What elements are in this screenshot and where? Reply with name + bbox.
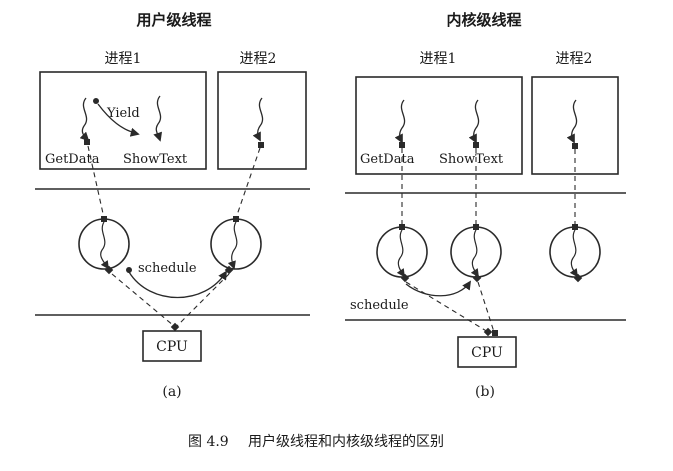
- panel-b-schedule-label: schedule: [350, 298, 409, 313]
- figure-caption-number: 图 4.9: [188, 434, 229, 450]
- panel-a-getdata-node: [84, 139, 90, 145]
- panel-a-thread-p2: [252, 97, 264, 142]
- panel-b-p2-node: [572, 143, 578, 149]
- panel-b-getdata-node: [399, 142, 405, 148]
- thread-diagram: 用户级线程 进程1 进程2 Yield GetData ShowText sch…: [35, 11, 626, 450]
- panel-a-yield-dot: [93, 98, 99, 104]
- panel-b-cpu-link-2: [477, 281, 495, 333]
- panel-a: 用户级线程 进程1 进程2 Yield GetData ShowText sch…: [35, 11, 310, 400]
- panel-a-kthread-1-flow: [100, 221, 109, 270]
- panel-b-kthread-3: [549, 226, 601, 278]
- panel-b-thread-p2: [566, 99, 578, 144]
- panel-b-kthread-2: [450, 226, 502, 278]
- panel-b-kthread-2-flow: [470, 229, 479, 278]
- panel-a-kthread-2: [210, 218, 262, 270]
- panel-a-map-p2: [235, 147, 261, 219]
- panel-a-cpu-node: [170, 322, 180, 332]
- panel-a-kthread-2-flow: [227, 221, 238, 270]
- panel-b: 内核级线程 进程1 进程2 GetData ShowText schedule …: [345, 11, 626, 400]
- panel-b-getdata-label: GetData: [360, 152, 415, 167]
- panel-a-cpu-link-2: [176, 273, 230, 327]
- panel-a-kthread-1-top: [101, 216, 107, 222]
- panel-a-yield-label: Yield: [106, 106, 140, 121]
- panel-b-kthread-2-top: [473, 224, 479, 230]
- panel-b-kthread-1: [376, 226, 428, 278]
- panel-b-showtext-node: [473, 142, 479, 148]
- panel-a-process2-label: 进程2: [240, 51, 277, 67]
- panel-b-process1-label: 进程1: [420, 51, 457, 67]
- panel-b-title: 内核级线程: [446, 11, 521, 29]
- panel-a-schedule-label: schedule: [138, 261, 197, 276]
- panel-b-label: (b): [475, 384, 495, 400]
- panel-b-kthread-3-top: [572, 224, 578, 230]
- panel-b-showtext-label: ShowText: [439, 152, 504, 167]
- panel-b-kthread-1-flow: [396, 229, 405, 278]
- panel-a-title: 用户级线程: [136, 11, 211, 29]
- panel-a-cpu-label: CPU: [156, 339, 188, 355]
- panel-a-thread-showtext: [153, 95, 163, 142]
- panel-b-schedule-arrow: [405, 280, 472, 297]
- panel-b-cpu-label: CPU: [471, 345, 503, 361]
- panel-a-label: (a): [162, 384, 181, 400]
- panel-b-kthread-3-bottom: [573, 273, 583, 283]
- panel-b-thread-showtext: [468, 99, 480, 144]
- panel-b-kthread-3-flow: [569, 229, 578, 278]
- panel-a-process1-label: 进程1: [105, 51, 142, 67]
- panel-b-thread-getdata: [394, 99, 406, 144]
- panel-a-cpu-link-1: [111, 273, 175, 327]
- panel-b-kthread-1-top: [399, 224, 405, 230]
- panel-b-cpu-node-1: [483, 327, 493, 337]
- panel-b-process2-label: 进程2: [556, 51, 593, 67]
- panel-b-kthread-2-bottom: [472, 273, 482, 283]
- figure-caption-text: 用户级线程和内核级线程的区别: [248, 433, 444, 450]
- panel-a-showtext-label: ShowText: [123, 152, 188, 167]
- panel-a-thread-getdata: [79, 97, 90, 142]
- panel-b-cpu-link-1: [405, 281, 489, 333]
- panel-b-cpu-node-2: [492, 330, 498, 336]
- panel-b-kthread-1-bottom: [400, 273, 410, 283]
- panel-a-p2-node: [258, 142, 264, 148]
- panel-a-kthread-2-top: [233, 216, 239, 222]
